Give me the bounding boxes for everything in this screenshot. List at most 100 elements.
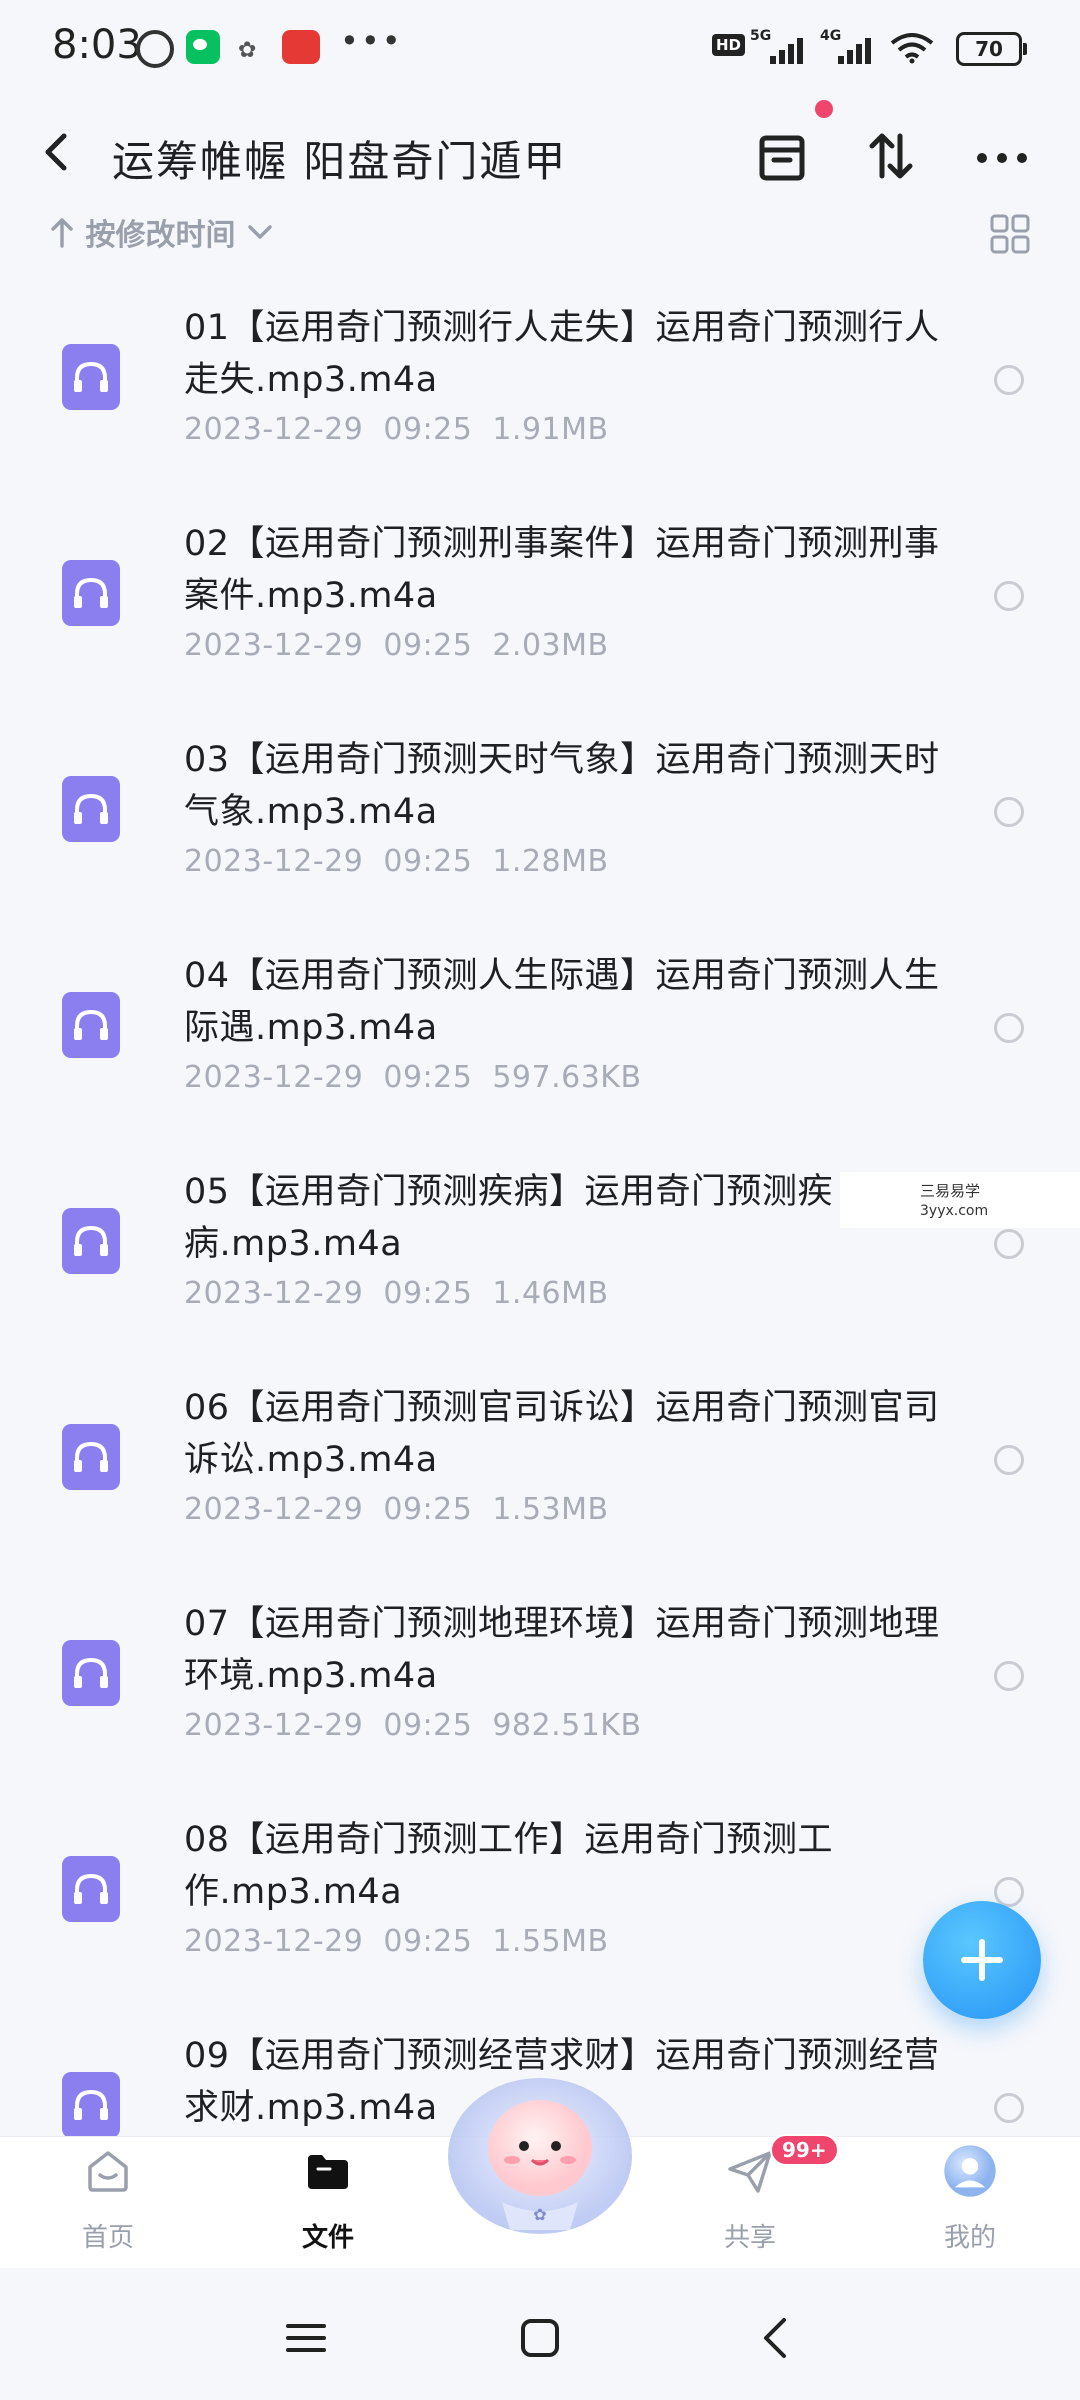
file-name: 08【运用奇门预测工作】运用奇门预测工作.mp3.m4a [184,1820,834,1912]
select-checkbox[interactable] [994,2093,1024,2123]
file-time: 09:25 [383,1708,473,1743]
file-time: 09:25 [383,1276,473,1311]
file-size: 1.55MB [492,1924,609,1959]
back-button[interactable] [40,126,84,182]
more-dots-icon [977,153,1027,163]
chevron-left-icon [45,133,67,171]
audio-file-icon [62,992,120,1058]
file-list-item[interactable]: 07【运用奇门预测地理环境】运用奇门预测地理环境.mp3.m4a 2023-12-… [0,1576,1080,1792]
file-date: 2023-12-29 [184,1276,364,1311]
file-meta: 2023-12-29 09:25 1.91MB [184,412,629,447]
signal-icon [770,34,814,64]
file-meta: 2023-12-29 09:25 1.28MB [184,844,629,879]
sort-selector[interactable]: 按修改时间 [48,210,275,258]
file-meta: 2023-12-29 09:25 1.55MB [184,1924,629,1959]
add-button[interactable] [923,1901,1041,2019]
select-checkbox[interactable] [994,1445,1024,1475]
file-time: 09:25 [383,1492,473,1527]
audio-file-icon [62,560,120,626]
select-checkbox[interactable] [994,1229,1024,1259]
transfer-button[interactable] [860,126,920,186]
hd-voice-icon: HD [712,34,746,56]
audio-file-icon [62,2072,120,2136]
file-time: 09:25 [383,412,473,447]
file-name: 01【运用奇门预测行人走失】运用奇门预测行人走失.mp3.m4a [184,308,940,400]
select-checkbox[interactable] [994,797,1024,827]
more-options-button[interactable] [972,126,1032,186]
select-checkbox[interactable] [994,1661,1024,1691]
file-size: 1.53MB [492,1492,609,1527]
file-meta: 2023-12-29 09:25 1.46MB [184,1276,629,1311]
nav-me[interactable]: 我的 [900,2137,1040,2269]
file-size: 1.46MB [492,1276,609,1311]
file-meta: 2023-12-29 09:25 982.51KB [184,1708,662,1743]
file-name: 03【运用奇门预测天时气象】运用奇门预测天时气象.mp3.m4a [184,740,940,832]
watermark-url: 3yyx.com [920,1203,989,1219]
file-time: 09:25 [383,628,473,663]
audio-file-icon [62,1424,120,1490]
archive-box-icon [759,135,805,181]
file-size: 2.03MB [492,628,609,663]
sort-label: 按修改时间 [85,218,236,253]
mascot-button[interactable]: ✿ [442,2070,638,2240]
more-notifications-icon: ••• [340,22,403,60]
alarm-icon [136,30,174,68]
nav-me-label: 我的 [943,2223,996,2253]
file-meta: 2023-12-29 09:25 2.03MB [184,628,629,663]
file-date: 2023-12-29 [184,628,364,663]
select-checkbox[interactable] [994,365,1024,395]
recycle-bin-button[interactable] [752,126,812,186]
file-size: 1.91MB [492,412,609,447]
grid-view-icon[interactable] [990,214,1030,254]
file-time: 09:25 [383,844,473,879]
audio-file-icon [62,1208,120,1274]
watermark-title: 三易易学 [920,1182,981,1200]
nav-home[interactable]: 首页 [38,2137,178,2269]
file-list-item[interactable]: 03【运用奇门预测天时气象】运用奇门预测天时气象.mp3.m4a 2023-12-… [0,712,1080,928]
audio-file-icon [62,776,120,842]
file-list-item[interactable]: 04【运用奇门预测人生际遇】运用奇门预测人生际遇.mp3.m4a 2023-12-… [0,928,1080,1144]
back-triangle-icon[interactable] [752,2314,800,2362]
file-time: 09:25 [383,1060,473,1095]
file-name: 02【运用奇门预测刑事案件】运用奇门预测刑事案件.mp3.m4a [184,524,940,616]
nav-files-label: 文件 [301,2223,354,2253]
file-time: 09:25 [383,1924,473,1959]
home-icon [88,2151,128,2192]
top-app-bar: 运筹帷幄 阳盘奇门遁甲 [0,100,1080,210]
select-checkbox[interactable] [994,1013,1024,1043]
notification-dot [815,100,833,118]
battery-icon: 70 [956,32,1027,66]
network-5g-label: 5G [750,28,772,44]
status-time: 8:03 [52,22,142,68]
file-date: 2023-12-29 [184,1492,364,1527]
file-list-item[interactable]: 01【运用奇门预测行人走失】运用奇门预测行人走失.mp3.m4a 2023-12-… [0,280,1080,496]
menu-icon[interactable] [282,2314,330,2362]
file-size: 1.28MB [492,844,609,879]
file-date: 2023-12-29 [184,412,364,447]
file-meta: 2023-12-29 09:25 1.53MB [184,1492,629,1527]
share-badge: 99+ [770,2134,839,2166]
wifi-icon [890,33,934,64]
status-bar: 8:03 ✿ ••• HD 5G 4G 70 [0,0,1080,96]
send-icon [728,2151,772,2193]
signal-icon-2 [838,34,882,64]
file-name: 04【运用奇门预测人生际遇】运用奇门预测人生际遇.mp3.m4a [184,956,940,1048]
chevron-down-icon [248,225,272,239]
avatar-icon [944,2145,996,2197]
system-navigation-bar [0,2268,1080,2400]
file-date: 2023-12-29 [184,844,364,879]
file-list-item[interactable]: 02【运用奇门预测刑事案件】运用奇门预测刑事案件.mp3.m4a 2023-12-… [0,496,1080,712]
file-list-item[interactable]: 08【运用奇门预测工作】运用奇门预测工作.mp3.m4a 2023-12-29 09… [0,1792,1080,2008]
home-square-icon[interactable] [516,2314,564,2362]
file-list-item[interactable]: 06【运用奇门预测官司诉讼】运用奇门预测官司诉讼.mp3.m4a 2023-12-… [0,1360,1080,1576]
audio-file-icon [62,1640,120,1706]
arrow-up-icon [51,218,73,248]
svg-text:✿: ✿ [533,2205,546,2224]
file-date: 2023-12-29 [184,1708,364,1743]
audio-file-icon [62,344,120,410]
file-name: 06【运用奇门预测官司诉讼】运用奇门预测官司诉讼.mp3.m4a [184,1388,940,1480]
audio-file-icon [62,1856,120,1922]
nav-files[interactable]: 文件 [258,2137,398,2269]
file-date: 2023-12-29 [184,1060,364,1095]
select-checkbox[interactable] [994,581,1024,611]
